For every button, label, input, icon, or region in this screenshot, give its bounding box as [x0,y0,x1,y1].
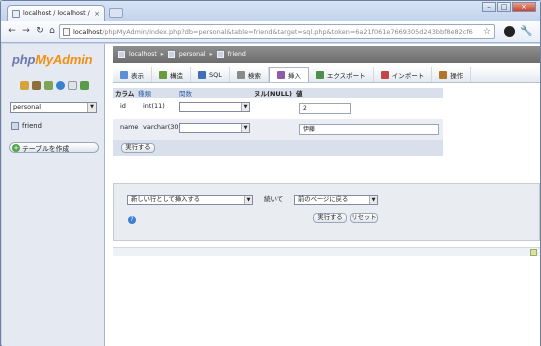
import-icon [380,70,389,79]
table-row: id int(11) ▼ 2 [113,98,443,119]
column-name: id [120,102,126,110]
header-function[interactable]: 関数 [179,88,254,98]
tab-bar: 表示 構造 SQL 検索 挿入 エクスポート インポート 操作 [113,67,540,83]
console-icon[interactable] [530,249,537,256]
tab-sql[interactable]: SQL [191,67,230,82]
table-row: name varchar(30) ▼ 伊藤 [113,119,443,140]
browser-window: localhost / localhost / perso × – □ × ← … [0,0,541,346]
forward-arrow-icon[interactable]: → [21,26,31,36]
home-icon[interactable] [20,81,29,90]
extension-icon[interactable] [504,26,515,37]
header-value: 値 [296,90,303,98]
exit-icon[interactable] [44,81,53,90]
page-icon [63,27,70,36]
help-icon[interactable]: ? [128,216,136,224]
quick-icons [20,81,89,90]
tab-operations[interactable]: 操作 [432,67,472,82]
browser-toolbar: ← → ↻ ⌂ localhost/phpMyAdmin/index.php?d… [1,21,540,43]
table-link-friend[interactable]: friend [11,122,42,130]
wrench-icon [439,70,448,79]
window-controls: – □ × [482,2,536,12]
submit-row: 実行する [113,140,443,156]
search-icon [236,70,245,79]
header-null: ヌル(NULL) [254,90,292,98]
after-insert-select[interactable]: 前のページに戻る ▼ [294,195,378,205]
value-input[interactable]: 2 [299,103,351,114]
database-icon [167,51,175,58]
phpmyadmin-logo[interactable]: phpMyAdmin [12,52,93,67]
insert-form: カラム 種類 関数 ヌル(NULL) 値 id int(11) ▼ 2 name… [113,88,443,156]
minimize-button[interactable]: – [482,2,496,12]
tab-structure[interactable]: 構造 [152,67,191,82]
tab-strip: localhost / localhost / perso × – □ × [1,1,540,21]
chevron-down-icon: ▼ [244,196,252,204]
reset-button[interactable]: リセット [350,213,378,223]
column-type: varchar(30) [143,123,182,131]
go-button[interactable]: 実行する [121,143,155,153]
browse-icon [120,70,128,79]
chevron-down-icon: ▼ [369,196,377,204]
breadcrumb-database[interactable]: personal [179,51,206,58]
help-icon[interactable] [56,81,65,90]
reload-icon[interactable]: ↻ [35,26,45,36]
page-content: phpMyAdmin personal ▼ friend + テーブルを作成 l… [2,44,540,346]
insert-options: 新しい行として挿入する ▼ 続いて 前のページに戻る ▼ ? 実行する リセット [113,183,540,241]
tab-export[interactable]: エクスポート [309,67,374,82]
reload-nav-icon[interactable] [80,81,89,90]
home-icon[interactable]: ⌂ [47,26,57,36]
breadcrumb-table[interactable]: friend [228,51,246,58]
header-type[interactable]: 種類 [138,88,179,98]
chevron-down-icon: ▼ [87,103,96,112]
console-bar [113,247,540,256]
go-button[interactable]: 実行する [313,213,347,223]
main-panel: localhost ▸ personal ▸ friend 表示 構造 SQL … [106,44,540,346]
bookmark-star-icon[interactable]: ☆ [483,27,491,37]
tab-close-icon[interactable]: × [94,10,100,18]
url-text[interactable]: localhost/phpMyAdmin/index.php?db=person… [73,28,480,36]
tab-search[interactable]: 検索 [230,67,269,82]
export-icon [315,70,324,79]
database-select[interactable]: personal ▼ [10,102,97,113]
tab-title: localhost / localhost / perso [23,10,91,17]
maximize-button[interactable]: □ [497,2,511,12]
wrench-icon[interactable]: 🔧 [520,26,532,37]
function-select[interactable]: ▼ [179,102,250,112]
table-icon [11,122,19,130]
then-label: 続いて [264,195,284,203]
column-name: name [120,123,139,131]
chevron-down-icon: ▼ [241,103,249,111]
create-table-button[interactable]: + テーブルを作成 [9,142,99,153]
new-tab-button[interactable] [109,8,123,18]
insert-mode-select[interactable]: 新しい行として挿入する ▼ [127,195,253,205]
table-icon [216,51,224,58]
tab-import[interactable]: インポート [374,67,433,82]
function-select[interactable]: ▼ [179,123,250,133]
value-input[interactable]: 伊藤 [299,124,439,135]
navigation-panel: phpMyAdmin personal ▼ friend + テーブルを作成 [2,44,105,346]
close-window-button[interactable]: × [512,2,536,12]
docs-icon[interactable] [68,81,77,90]
address-bar[interactable]: localhost/phpMyAdmin/index.php?db=person… [59,24,495,39]
sql-icon [198,70,206,79]
breadcrumb-server[interactable]: localhost [129,51,157,58]
plus-icon: + [12,143,20,152]
server-icon [118,51,125,58]
page-favicon-icon [12,9,20,18]
back-arrow-icon[interactable]: ← [7,26,17,36]
insert-icon [276,71,285,79]
sql-query-icon[interactable] [32,81,41,90]
browser-tab[interactable]: localhost / localhost / perso × [7,5,105,21]
tab-browse[interactable]: 表示 [113,67,152,82]
chevron-down-icon: ▼ [241,124,249,132]
structure-icon [159,70,167,79]
header-column: カラム [115,90,135,98]
insert-header-row: カラム 種類 関数 ヌル(NULL) 値 [113,88,443,98]
column-type: int(11) [143,102,165,110]
tab-insert[interactable]: 挿入 [268,67,309,82]
breadcrumb: localhost ▸ personal ▸ friend [113,46,540,63]
